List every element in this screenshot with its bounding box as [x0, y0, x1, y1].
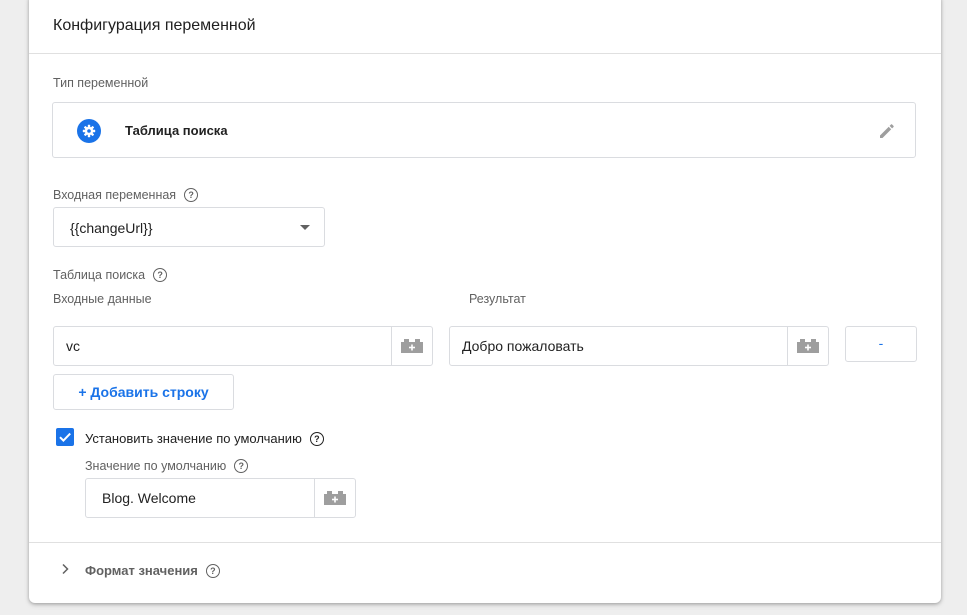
variable-picker-icon[interactable] [391, 327, 432, 365]
table-row-input-group [53, 326, 433, 366]
help-icon[interactable]: ? [184, 188, 199, 202]
default-value-field-label-text: Значение по умолчанию [85, 459, 227, 473]
help-icon[interactable]: ? [234, 459, 249, 473]
column-header-output-text: Результат [469, 292, 526, 306]
help-icon[interactable]: ? [309, 431, 324, 446]
checkmark-icon [59, 432, 71, 443]
remove-row-button[interactable]: - [845, 326, 917, 362]
variable-type-label: Тип переменной [53, 76, 148, 90]
card-title: Конфигурация переменной [53, 17, 256, 34]
variable-picker-icon[interactable] [314, 479, 355, 517]
value-format-label: Формат значения [85, 563, 198, 578]
table-row-output-field[interactable] [450, 327, 787, 365]
default-value-group [85, 478, 356, 518]
column-header-output: Результат [469, 292, 526, 306]
default-value-input[interactable] [86, 479, 314, 517]
section-divider [29, 542, 941, 543]
default-value-field-label: Значение по умолчанию ? [85, 459, 249, 473]
dropdown-arrow-icon [300, 225, 310, 230]
chevron-right-icon[interactable] [59, 562, 71, 575]
lookup-table-label: Таблица поиска ? [53, 268, 168, 282]
input-variable-value: {{changeUrl}} [70, 220, 153, 236]
column-header-input-text: Входные данные [53, 292, 152, 306]
value-format-toggle[interactable]: Формат значения ? [85, 563, 220, 578]
default-value-checkbox-label[interactable]: Установить значение по умолчанию ? [85, 431, 324, 446]
variable-type-name: Таблица поиска [125, 123, 228, 138]
title-divider [29, 53, 941, 54]
input-variable-select[interactable]: {{changeUrl}} [53, 207, 325, 247]
pencil-icon[interactable] [877, 121, 897, 141]
add-row-button[interactable]: + Добавить строку [53, 374, 234, 410]
help-icon[interactable]: ? [205, 563, 220, 578]
default-value-checkbox-text: Установить значение по умолчанию [85, 431, 302, 446]
default-value-checkbox[interactable] [56, 428, 74, 446]
lookup-table-label-text: Таблица поиска [53, 268, 146, 282]
table-row-input-field[interactable] [54, 327, 391, 365]
input-variable-label-text: Входная переменная [53, 188, 177, 202]
variable-type-box[interactable]: Таблица поиска [52, 102, 916, 158]
gear-icon [77, 119, 101, 143]
variable-picker-icon[interactable] [787, 327, 828, 365]
variable-configuration-card: Конфигурация переменной Тип переменной Т… [29, 0, 941, 603]
column-header-input: Входные данные [53, 292, 152, 306]
input-variable-label: Входная переменная ? [53, 188, 199, 202]
variable-type-label-text: Тип переменной [53, 76, 149, 90]
table-row-output-group [449, 326, 829, 366]
help-icon[interactable]: ? [153, 268, 168, 282]
